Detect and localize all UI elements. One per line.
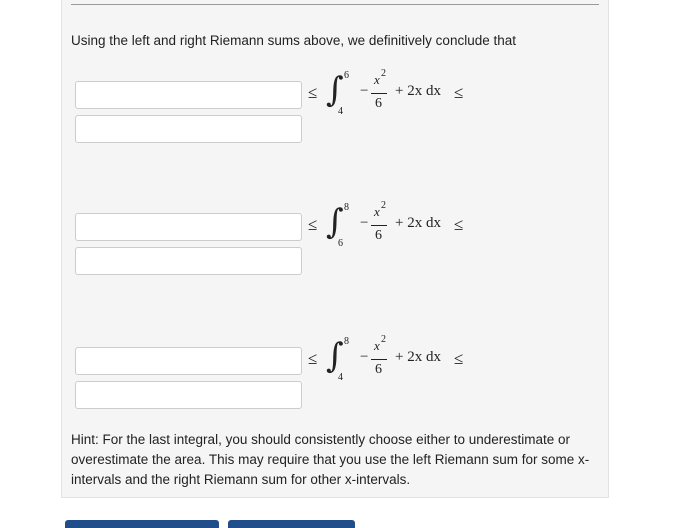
lower-limit: 6 xyxy=(338,238,343,249)
denominator: 6 xyxy=(375,228,382,243)
integral-expression-2: ≤ ∫ 8 6 − x 2 6 + 2x dx ≤ xyxy=(308,200,478,260)
fraction-bar xyxy=(371,93,387,94)
fraction-bar xyxy=(371,225,387,226)
lower-limit: 4 xyxy=(338,372,343,383)
lower-bound-input-2[interactable] xyxy=(75,213,302,241)
integral-symbol: ∫ xyxy=(326,70,344,110)
numerator: x xyxy=(374,72,380,87)
upper-limit: 8 xyxy=(344,202,349,213)
minus-sign: − xyxy=(360,215,369,231)
le-symbol: ≤ xyxy=(454,349,464,368)
exponent: 2 xyxy=(381,200,386,211)
le-symbol: ≤ xyxy=(308,349,318,368)
submit-button[interactable] xyxy=(65,520,219,528)
exponent: 2 xyxy=(381,334,386,345)
intro-text: Using the left and right Riemann sums ab… xyxy=(71,33,516,48)
lower-bound-input-1[interactable] xyxy=(75,81,302,109)
le-symbol: ≤ xyxy=(308,215,318,234)
integrand-tail: + 2x dx xyxy=(395,215,441,231)
integral-symbol: ∫ xyxy=(326,202,344,242)
integral-expression-1: ≤ ∫ 6 4 − x 2 6 + 2x dx ≤ xyxy=(308,68,478,128)
minus-sign: − xyxy=(360,83,369,99)
secondary-button[interactable] xyxy=(228,520,355,528)
hint-text: Hint: For the last integral, you should … xyxy=(71,432,590,487)
le-symbol: ≤ xyxy=(454,215,464,234)
lower-limit: 4 xyxy=(338,106,343,117)
numerator: x xyxy=(374,338,380,353)
integrand-tail: + 2x dx xyxy=(395,349,441,365)
fraction-bar xyxy=(371,359,387,360)
denominator: 6 xyxy=(375,362,382,377)
upper-bound-input-3[interactable] xyxy=(75,381,302,409)
upper-bound-input-1[interactable] xyxy=(75,115,302,143)
upper-limit: 6 xyxy=(344,70,349,81)
integrand-tail: + 2x dx xyxy=(395,83,441,99)
exponent: 2 xyxy=(381,68,386,79)
minus-sign: − xyxy=(360,349,369,365)
upper-limit: 8 xyxy=(344,336,349,347)
divider xyxy=(71,4,599,5)
numerator: x xyxy=(374,204,380,219)
integral-symbol: ∫ xyxy=(326,336,344,376)
le-symbol: ≤ xyxy=(454,83,464,102)
upper-bound-input-2[interactable] xyxy=(75,247,302,275)
le-symbol: ≤ xyxy=(308,83,318,102)
denominator: 6 xyxy=(375,96,382,111)
integral-expression-3: ≤ ∫ 8 4 − x 2 6 + 2x dx ≤ xyxy=(308,334,478,394)
lower-bound-input-3[interactable] xyxy=(75,347,302,375)
